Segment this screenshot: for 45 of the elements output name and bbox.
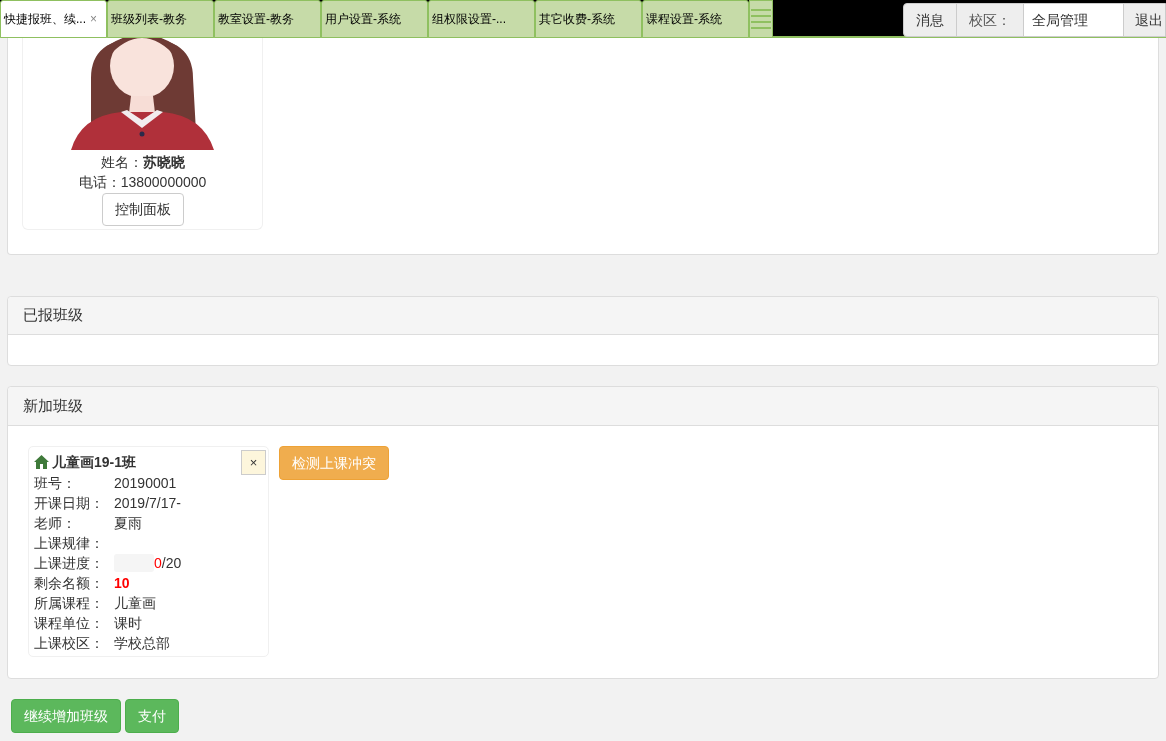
tab-label: 其它收费-系统 <box>539 11 615 28</box>
tab[interactable]: 用户设置-系统 <box>321 0 428 38</box>
field-value: 20190001 <box>114 473 177 493</box>
tab-label: 快捷报班、续... <box>4 11 86 28</box>
field-value: 2019/7/17- <box>114 493 181 513</box>
field-label: 课程单位： <box>34 613 105 633</box>
tab[interactable]: 课程设置-系统 <box>642 0 749 38</box>
field-value: 夏雨 <box>114 513 142 533</box>
class-title: 儿童画19-1班 <box>52 452 137 472</box>
field-label: 开课日期： <box>34 493 105 513</box>
field-label: 剩余名额： <box>34 573 105 593</box>
tab-label: 用户设置-系统 <box>325 11 401 28</box>
close-button[interactable]: × <box>241 450 266 475</box>
tab-label: 班级列表-教务 <box>111 11 187 28</box>
messages-button[interactable]: 消息 <box>904 4 957 36</box>
close-icon[interactable]: × <box>90 10 98 28</box>
progress-total: /20 <box>161 553 182 573</box>
menu-icon[interactable] <box>749 0 773 38</box>
tab-label: 教室设置-教务 <box>218 11 294 28</box>
field-label: 上课规律： <box>34 533 105 553</box>
panel-title: 已报班级 <box>23 305 83 326</box>
field-label: 上课进度： <box>34 553 105 573</box>
campus-select[interactable]: 全局管理 <box>1024 4 1124 36</box>
field-label: 老师： <box>34 513 77 533</box>
tab[interactable]: 班级列表-教务 <box>107 0 214 38</box>
logout-button[interactable]: 退出 <box>1124 4 1165 36</box>
tab-label: 课程设置-系统 <box>646 11 722 28</box>
control-panel-button[interactable]: 控制面板 <box>101 193 184 226</box>
tab[interactable]: 其它收费-系统 <box>535 0 642 38</box>
remaining-seats: 10 <box>114 572 130 594</box>
student-name: 姓名：苏晓晓 <box>100 153 185 172</box>
home-icon <box>34 455 49 469</box>
field-label: 上课校区： <box>34 633 105 653</box>
progress-done: 0 <box>154 553 162 573</box>
field-label: 所属课程： <box>34 593 105 613</box>
field-value: 学校总部 <box>114 633 170 653</box>
tab[interactable]: 组权限设置-... <box>428 0 535 38</box>
panel-title: 新加班级 <box>23 395 83 416</box>
field-label: 班号： <box>34 473 77 493</box>
field-value: 课时 <box>114 613 142 633</box>
tab[interactable]: 快捷报班、续... × <box>0 0 107 38</box>
student-phone: 电话：13800000000 <box>78 173 207 192</box>
tab[interactable]: 教室设置-教务 <box>214 0 321 38</box>
tab-label: 组权限设置-... <box>432 11 506 28</box>
field-value: 儿童画 <box>114 593 156 613</box>
